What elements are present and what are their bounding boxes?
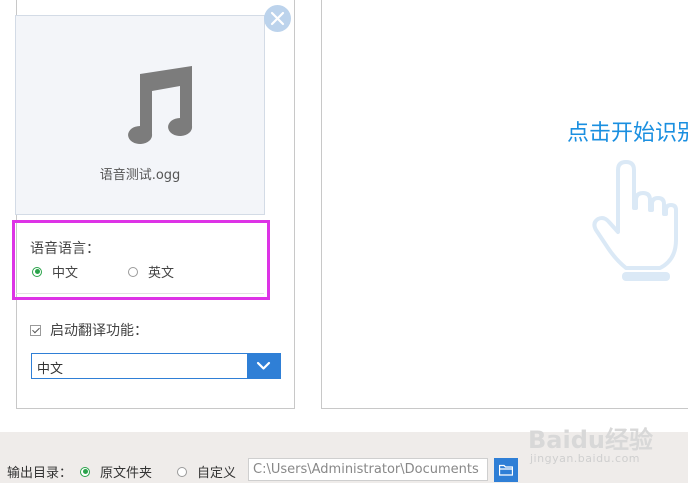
music-note-icon [128, 66, 193, 144]
translate-language-select[interactable]: 中文 [31, 353, 281, 379]
translate-checkbox[interactable] [30, 324, 41, 336]
radio-label: 原文件夹 [100, 466, 153, 481]
translate-label: 启动翻译功能： [50, 323, 148, 339]
language-title: 语音语言： [30, 241, 100, 257]
radio-indicator[interactable] [32, 266, 42, 277]
dropdown-button[interactable] [247, 354, 280, 378]
file-card: 语音测试.ogg [15, 15, 265, 215]
radio-indicator[interactable] [128, 266, 138, 277]
radio-label: 中文 [52, 266, 79, 281]
select-value: 中文 [37, 362, 64, 377]
pointing-hand-icon [592, 160, 678, 281]
output-path-input[interactable] [248, 458, 488, 481]
radio-chinese[interactable]: 中文 [32, 262, 78, 281]
close-icon [270, 11, 285, 26]
output-label: 输出目录： [7, 466, 73, 481]
radio-label: 自定义 [197, 466, 237, 481]
start-recognition-link[interactable]: 点击开始识别 [567, 115, 688, 147]
highlight-box [12, 220, 270, 300]
watermark-url: jingyan.baidu.com [530, 452, 641, 465]
chevron-down-icon [256, 361, 271, 370]
folder-icon [499, 464, 513, 476]
file-name: 语音测试.ogg [99, 168, 181, 183]
translate-toggle[interactable]: 启动翻译功能： [30, 320, 148, 340]
radio-indicator[interactable] [80, 466, 90, 477]
radio-custom-folder[interactable]: 自定义 [177, 462, 236, 481]
browse-folder-button[interactable] [494, 458, 518, 482]
radio-label: 英文 [148, 266, 175, 281]
radio-english[interactable]: 英文 [128, 262, 174, 281]
close-button[interactable] [264, 5, 291, 32]
radio-source-folder[interactable]: 原文件夹 [80, 462, 152, 481]
svg-text:Baidu经验: Baidu经验 [528, 426, 653, 454]
radio-indicator[interactable] [177, 466, 187, 477]
